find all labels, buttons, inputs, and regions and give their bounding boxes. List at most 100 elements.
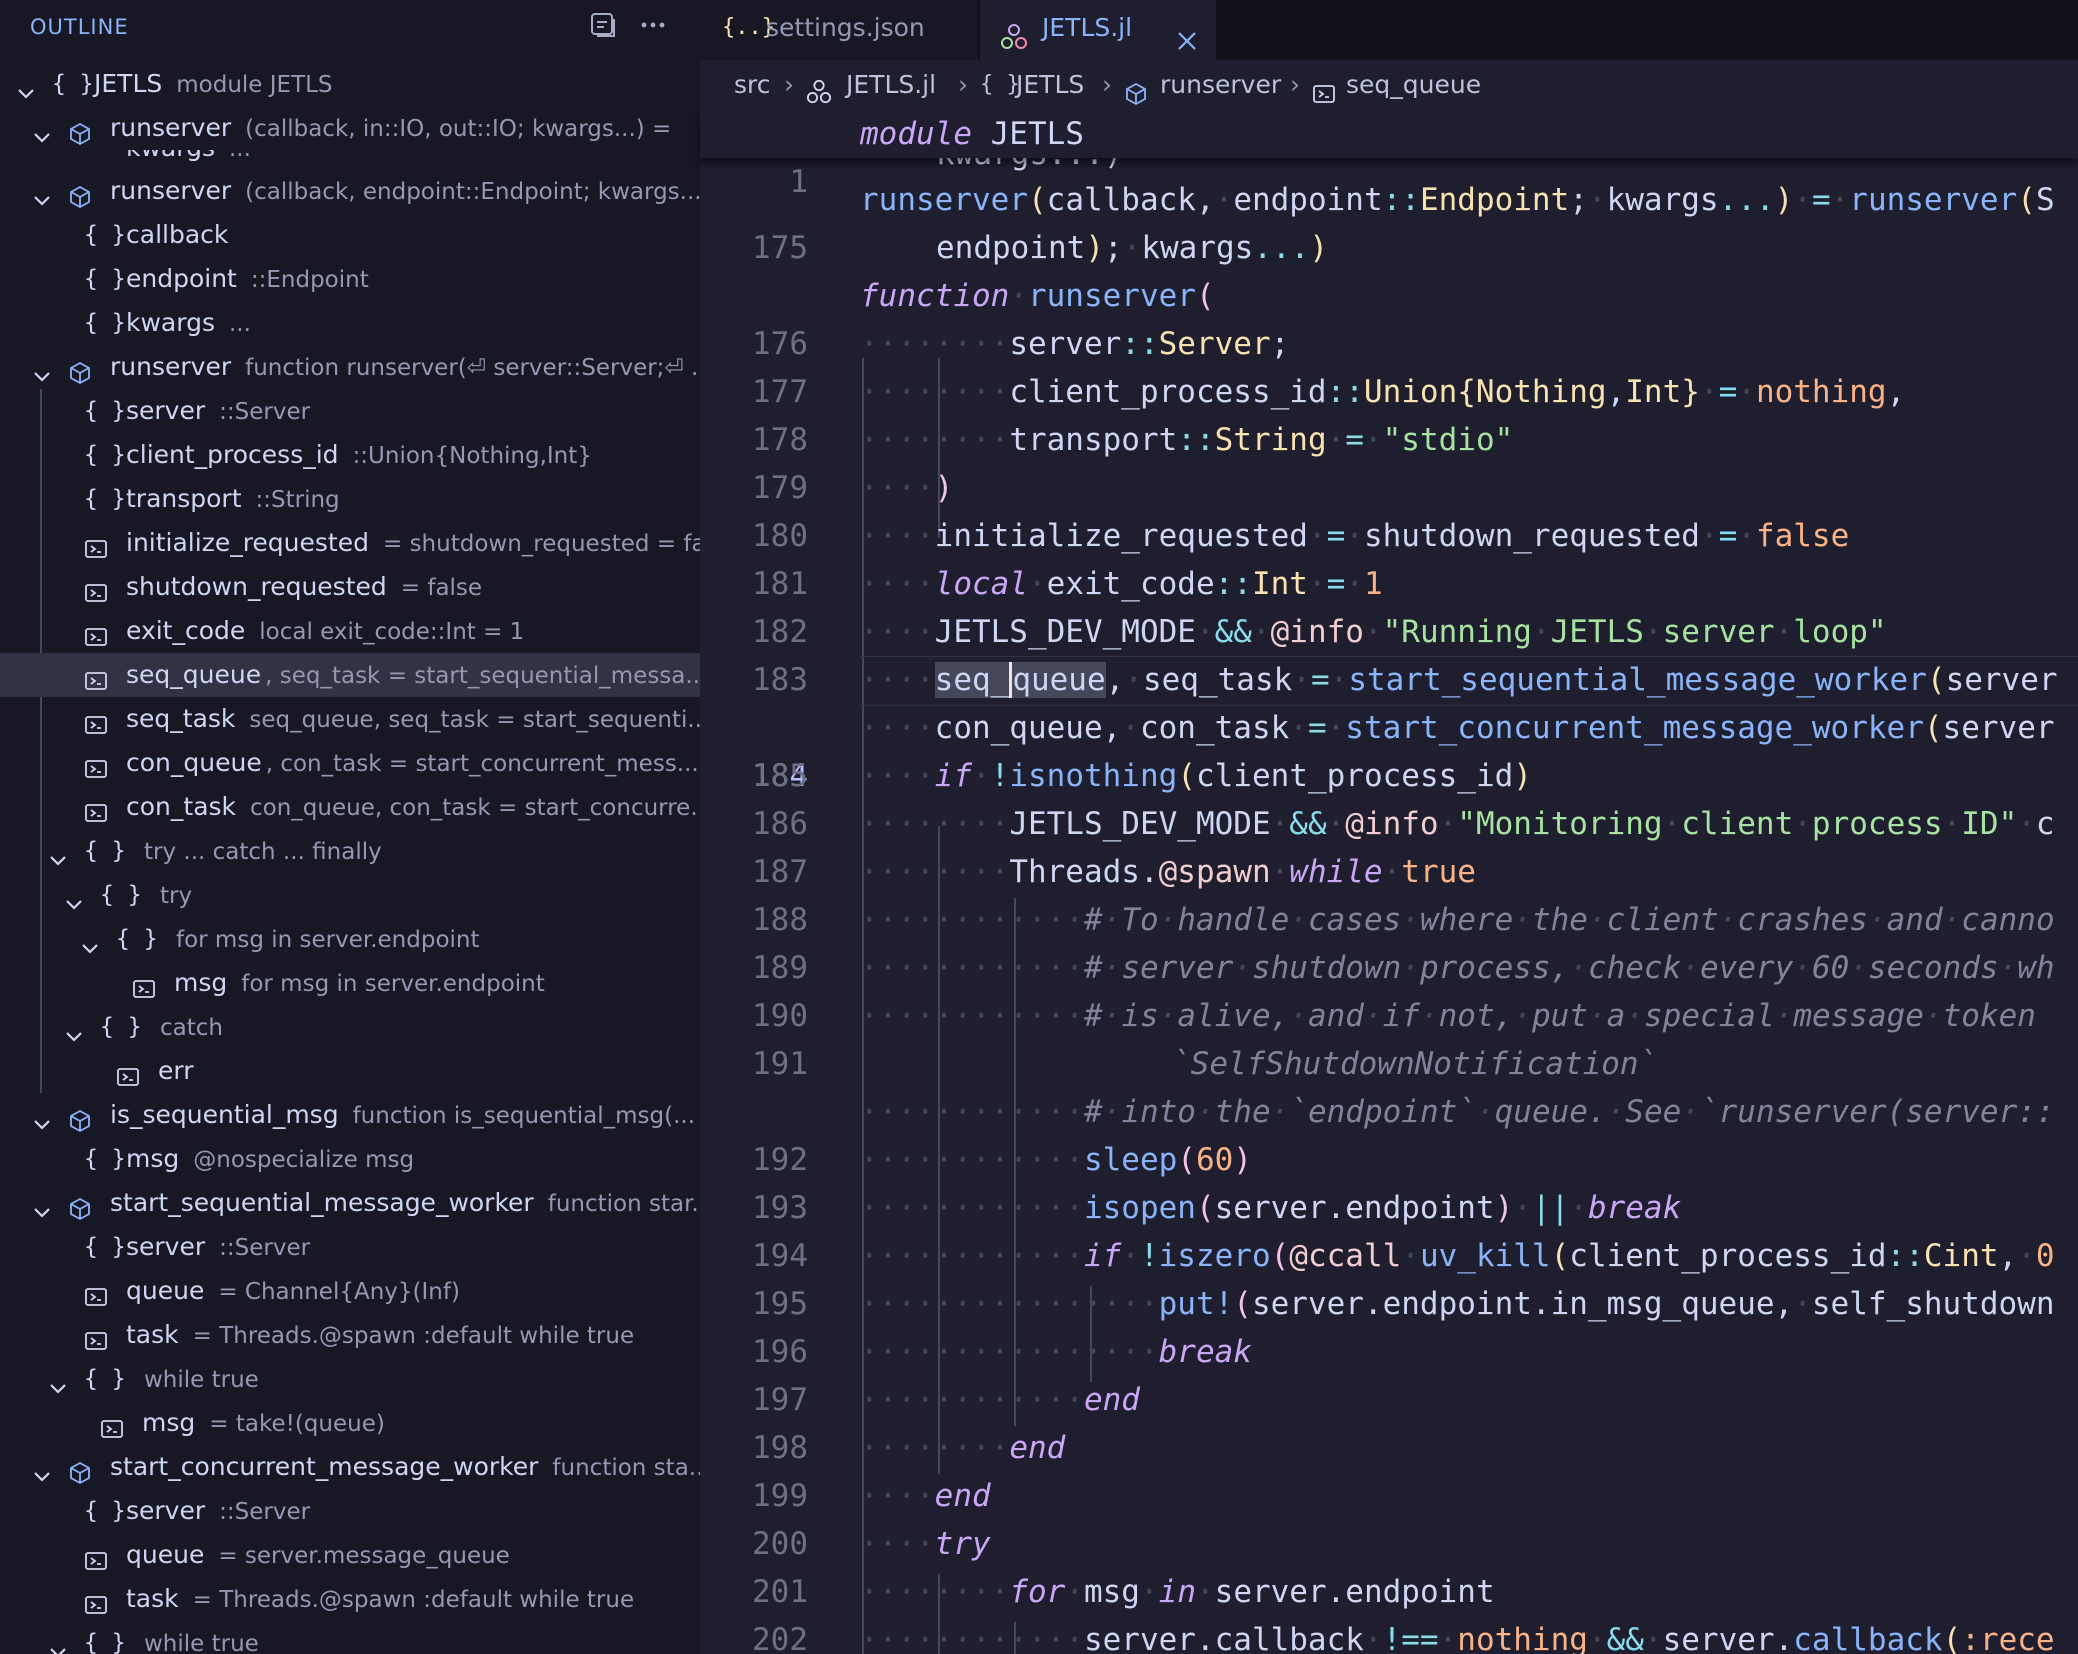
outline-item[interactable]: { } kwargs...	[0, 301, 700, 345]
code-line[interactable]: 183 ····JETLS_DEV_MODE·&&·@info·"Running…	[700, 608, 2078, 698]
code-line[interactable]: 198 ············end	[700, 1376, 2078, 1466]
chevron-down-icon[interactable]	[32, 118, 52, 143]
code-line[interactable]: 191 ············#·is·alive,·and·if·not,·…	[700, 992, 2078, 1082]
code-text: ········transport::String·=·"stdio"	[860, 422, 1514, 458]
outline-item[interactable]: { } kwargs...	[0, 150, 700, 170]
outline-item[interactable]: { } while true	[0, 1621, 700, 1654]
code-line[interactable]: 178 ········client_process_id::Union{Not…	[700, 368, 2078, 458]
outline-item[interactable]: { } endpoint::Endpoint	[0, 257, 700, 301]
outline-item[interactable]: { } transport::String	[0, 477, 700, 521]
outline-item[interactable]: { } try ... catch ... finally	[0, 829, 700, 873]
code-line[interactable]: 188 ········Threads.@spawn·while·true	[700, 848, 2078, 938]
chevron-down-icon[interactable]	[16, 74, 36, 99]
chevron-down-icon[interactable]	[32, 357, 52, 382]
outline-item[interactable]: task = Threads.@spawn :default while true	[0, 1313, 700, 1357]
code-line[interactable]: 199 ········end	[700, 1424, 2078, 1514]
outline-item[interactable]: { } client_process_id::Union{Nothing,Int…	[0, 433, 700, 477]
code-line[interactable]: 202 ········for·msg·in·server.endpoint	[700, 1568, 2078, 1654]
chevron-down-icon[interactable]	[32, 1193, 52, 1218]
code-line-current[interactable]: 184 ····seq_queue,·seq_task·=·start_sequ…	[700, 656, 2078, 794]
outline-item[interactable]: task = Threads.@spawn :default while true	[0, 1577, 700, 1621]
outline-item[interactable]: { } callback	[0, 213, 700, 257]
outline-item[interactable]: { } msg @nospecialize msg	[0, 1137, 700, 1181]
outline-item[interactable]: msg = take!(queue)	[0, 1401, 700, 1445]
variable-icon	[116, 1059, 140, 1086]
code-line[interactable]: 185 ····con_queue,·con_task·=·start_conc…	[700, 704, 2078, 794]
code-line[interactable]: 187 ········JETLS_DEV_MODE·&&·@info·"Mon…	[700, 800, 2078, 890]
code-line[interactable]: 203 ············server.callback·!==·noth…	[700, 1616, 2078, 1654]
outline-item[interactable]: { } server::Server	[0, 1489, 700, 1533]
outline-item[interactable]: initialize_requested = shutdown_requested…	[0, 521, 700, 565]
outline-item[interactable]: { } server::Server	[0, 1225, 700, 1269]
chevron-down-icon[interactable]	[48, 1633, 68, 1654]
tab-jetls-jl[interactable]: JETLS.jl	[980, 0, 1216, 60]
code-line[interactable]: 182 ····local·exit_code::Int·=·1	[700, 560, 2078, 650]
outline-item[interactable]: start_concurrent_message_worker function …	[0, 1445, 700, 1489]
code-line[interactable]: 190 ············#·server·shutdown·proces…	[700, 944, 2078, 1034]
outline-item[interactable]: queue = Channel{Any}(Inf)	[0, 1269, 700, 1313]
code-line[interactable]: 177 ········server::Server;	[700, 320, 2078, 410]
code-line[interactable]: 194 ············isopen(server.endpoint)·…	[700, 1184, 2078, 1274]
chevron-down-icon[interactable]	[64, 1017, 84, 1042]
chevron-down-icon[interactable]	[80, 929, 100, 954]
breadcrumb-item-file[interactable]: JETLS.jl	[846, 60, 936, 110]
chevron-down-icon[interactable]	[48, 841, 68, 866]
tab-settings-json[interactable]: {..} settings.json	[700, 0, 978, 60]
outline-item[interactable]: shutdown_requested = false	[0, 565, 700, 609]
code-line[interactable]: 186 ····if·!isnothing(client_process_id)	[700, 752, 2078, 842]
breadcrumb-item-function[interactable]: runserver	[1160, 60, 1281, 110]
code-line[interactable]: 189 ············#·To·handle·cases·where·…	[700, 896, 2078, 986]
outline-item[interactable]: queue = server.message_queue	[0, 1533, 700, 1577]
more-actions-icon[interactable]	[638, 10, 674, 44]
code-text: ················put!(server.endpoint.in_…	[860, 1286, 2055, 1322]
code-line[interactable]: 200 ····end	[700, 1472, 2078, 1562]
outline-item-selected[interactable]: seq_queue, seq_task = start_sequential_m…	[0, 653, 700, 697]
outline-item[interactable]: con_queue, con_task = start_concurrent_m…	[0, 741, 700, 785]
chevron-down-icon[interactable]	[32, 1457, 52, 1482]
code-text: endpoint);·kwargs...)	[936, 230, 1328, 266]
outline-item[interactable]: exit_code local exit_code::Int = 1	[0, 609, 700, 653]
breadcrumb-item-variable[interactable]: seq_queue	[1346, 60, 1481, 110]
code-line[interactable]: 180 ····)	[700, 464, 2078, 554]
code-text: ····initialize_requested·=·shutdown_requ…	[860, 518, 1850, 554]
outline-item[interactable]: { } for msg in server.endpoint	[0, 917, 700, 961]
chevron-down-icon[interactable]	[32, 1105, 52, 1130]
collapse-all-icon[interactable]	[588, 10, 624, 44]
sticky-scroll-line[interactable]: 1 module JETLS	[700, 110, 2078, 200]
chevron-down-icon[interactable]	[32, 181, 52, 206]
outline-item[interactable]: con_task con_queue, con_task = start_conc…	[0, 785, 700, 829]
outline-item[interactable]: { } try	[0, 873, 700, 917]
outline-item[interactable]: runserver (callback, endpoint::Endpoint; …	[0, 169, 700, 213]
code-line[interactable]: 181 ····initialize_requested·=·shutdown_…	[700, 512, 2078, 602]
chevron-down-icon[interactable]	[48, 1369, 68, 1394]
code-line[interactable]: 193 ············sleep(60)	[700, 1136, 2078, 1226]
outline-item[interactable]: is_sequential_msg function is_sequential_…	[0, 1093, 700, 1137]
outline-item[interactable]: runserver (callback, in::IO, out::IO; kwa…	[0, 106, 700, 150]
code-line-wrapped[interactable]: `SelfShutdownNotification`	[700, 1040, 2078, 1088]
outline-item-label: queue	[126, 1540, 205, 1569]
outline-item[interactable]: start_sequential_message_worker function …	[0, 1181, 700, 1225]
outline-item[interactable]: { } catch	[0, 1005, 700, 1049]
code-line[interactable]: 176 function·runserver(	[700, 272, 2078, 362]
code-area[interactable]: kwargs...) 175 runserver(callback,·endpo…	[700, 110, 2078, 1654]
code-line[interactable]: 192 ············#·into·the·`endpoint`·qu…	[700, 1088, 2078, 1178]
breadcrumb-item-module[interactable]: JETLS	[1016, 60, 1084, 110]
chevron-down-icon[interactable]	[64, 885, 84, 910]
outline-item[interactable]: err	[0, 1049, 700, 1093]
outline-item[interactable]: runserver function runserver(⏎ server::Se…	[0, 345, 700, 389]
outline-item[interactable]: seq_task seq_queue, seq_task = start_sequ…	[0, 697, 700, 741]
outline-item[interactable]: { } server::Server	[0, 389, 700, 433]
outline-item[interactable]: msg for msg in server.endpoint	[0, 961, 700, 1005]
breadcrumb-item-src[interactable]: src	[734, 60, 771, 110]
outline-item-label: seq_queue	[126, 660, 262, 689]
code-line[interactable]: 175 runserver(callback,·endpoint::Endpoi…	[700, 176, 2078, 266]
outline-item[interactable]: { } while true	[0, 1357, 700, 1401]
outline-item-label: runserver	[110, 113, 232, 142]
code-line[interactable]: 196 ················put!(server.endpoint…	[700, 1280, 2078, 1370]
code-line[interactable]: 179 ········transport::String·=·"stdio"	[700, 416, 2078, 506]
code-line[interactable]: 197 ················break	[700, 1328, 2078, 1418]
code-line[interactable]: 201 ····try	[700, 1520, 2078, 1610]
code-line[interactable]: 195 ············if·!iszero(@ccall·uv_kil…	[700, 1232, 2078, 1322]
code-line-wrapped[interactable]: endpoint);·kwargs...)	[700, 224, 2078, 272]
outline-item[interactable]: { } JETLS module JETLS	[0, 62, 700, 106]
